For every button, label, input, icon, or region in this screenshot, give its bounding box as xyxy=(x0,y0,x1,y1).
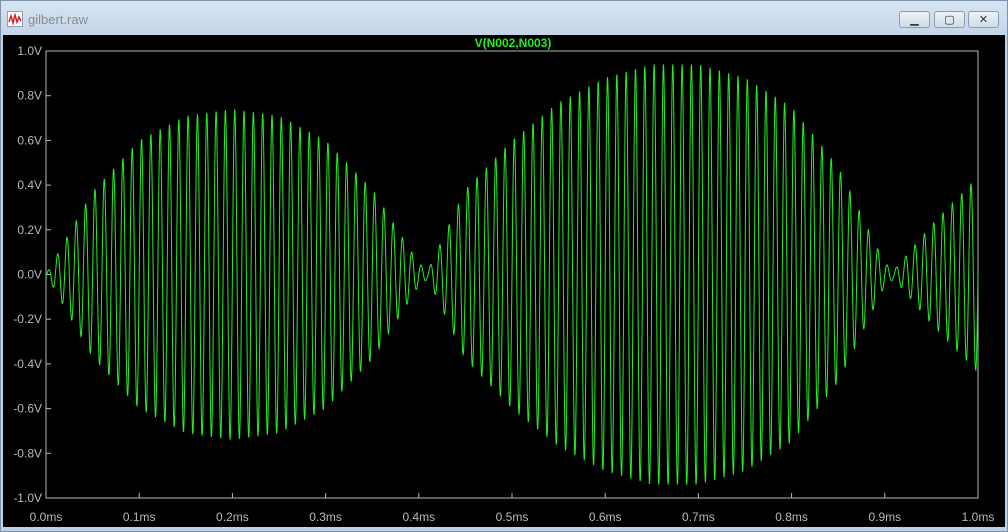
x-tick-label: 0.5ms xyxy=(496,510,529,524)
x-tick-label: 0.3ms xyxy=(309,510,342,524)
y-tick-label: 0.2V xyxy=(17,223,42,237)
x-tick-label: 0.0ms xyxy=(30,510,63,524)
x-tick-label: 0.7ms xyxy=(682,510,715,524)
y-tick-label: 1.0V xyxy=(17,44,42,58)
y-tick-label: 0.0V xyxy=(17,268,42,282)
y-tick-label: -0.6V xyxy=(13,402,42,416)
x-tick-label: 0.9ms xyxy=(868,510,901,524)
waveform-chart[interactable]: V(N002,N003) 1.0V 0.8V 0.6V 0.4V 0.2V 0.0V -0.… xyxy=(3,35,1005,527)
title-bar[interactable]: gilbert.raw ▁ ▢ ✕ xyxy=(1,1,1007,38)
x-tick-label: 1.0ms xyxy=(962,510,995,524)
plot-area[interactable]: V(N002,N003) 1.0V 0.8V 0.6V 0.4V 0.2V 0.0V -0.… xyxy=(3,35,1005,527)
app-window: gilbert.raw ▁ ▢ ✕ V(N002,N003) 1.0V 0.8V 0… xyxy=(0,0,1008,532)
series-line-v-n002-n003 xyxy=(45,64,979,485)
x-tick-label: 0.4ms xyxy=(402,510,435,524)
y-tick-label: -0.2V xyxy=(13,312,42,326)
y-tick-label: 0.6V xyxy=(17,133,42,147)
y-tick-label: -0.8V xyxy=(13,446,42,460)
y-tick-label: 0.4V xyxy=(17,178,42,192)
minimize-button[interactable]: ▁ xyxy=(899,11,930,28)
maximize-button[interactable]: ▢ xyxy=(934,11,965,28)
y-tick-label: -0.4V xyxy=(13,357,42,371)
x-tick-label: 0.6ms xyxy=(589,510,622,524)
y-axis[interactable]: 1.0V 0.8V 0.6V 0.4V 0.2V 0.0V -0.2V -0.4V -0.6V -… xyxy=(13,44,51,505)
window-title: gilbert.raw xyxy=(28,12,88,27)
x-tick-label: 0.1ms xyxy=(123,510,156,524)
x-tick-label: 0.8ms xyxy=(775,510,808,524)
trace-title[interactable]: V(N002,N003) xyxy=(475,36,552,50)
x-tick-label: 0.2ms xyxy=(216,510,249,524)
close-button[interactable]: ✕ xyxy=(968,11,999,28)
waveform-icon xyxy=(7,11,23,27)
y-tick-label: -1.0V xyxy=(13,491,42,505)
y-tick-label: 0.8V xyxy=(17,89,42,103)
